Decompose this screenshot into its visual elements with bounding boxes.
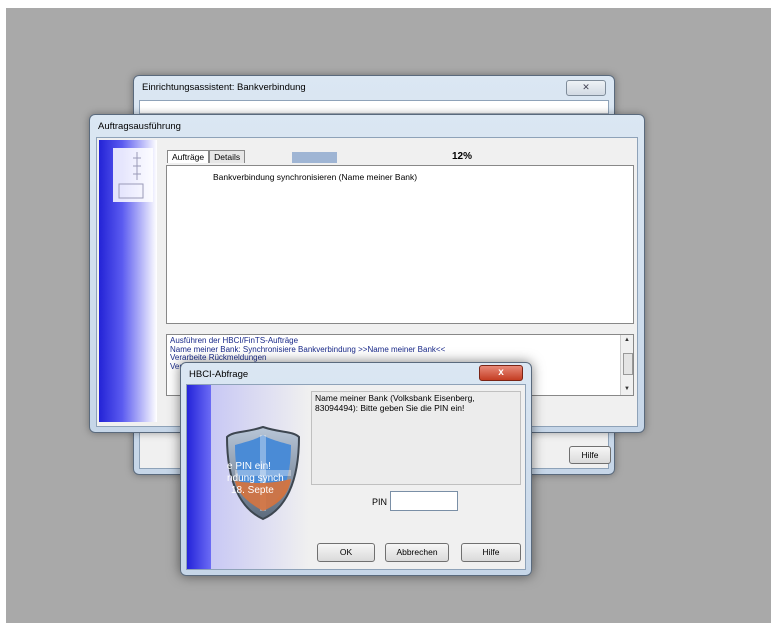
task-window-title: Auftragsausführung	[98, 121, 181, 132]
log-scrollbar[interactable]: ▲ ▼	[620, 335, 633, 395]
scroll-thumb[interactable]	[623, 353, 633, 375]
task-sidebar	[99, 140, 157, 422]
help-button[interactable]: Hilfe	[461, 543, 521, 562]
cancel-button[interactable]: Abbrechen	[385, 543, 449, 562]
ok-button[interactable]: OK	[317, 543, 375, 562]
hbci-message-box: Name meiner Bank (Volksbank Eisenberg, 8…	[311, 391, 521, 485]
hbci-message: Name meiner Bank (Volksbank Eisenberg, 8…	[315, 393, 475, 413]
wizard-header-strip	[140, 101, 608, 114]
scroll-up-icon[interactable]: ▲	[623, 336, 631, 345]
task-tabs: Aufträge Details	[167, 150, 246, 164]
flowchart-icon	[113, 148, 153, 202]
progress-bar	[292, 152, 337, 163]
hbci-close-button[interactable]: x	[479, 365, 523, 381]
job-row: Bankverbindung synchronisieren (Name mei…	[213, 172, 418, 182]
wizard-title: Einrichtungsassistent: Bankverbindung	[142, 82, 306, 93]
pin-input[interactable]	[390, 491, 458, 511]
hbci-dialog: HBCI-Abfrage x e PIN ein! ndung synch 18…	[180, 362, 532, 576]
tab-details[interactable]: Details	[209, 150, 246, 163]
hbci-client-area: e PIN ein! ndung synch 18. Septe Name me…	[186, 384, 526, 570]
job-list: Bankverbindung synchronisieren (Name mei…	[166, 165, 634, 324]
scroll-down-icon[interactable]: ▼	[623, 385, 631, 394]
progress-percent: 12%	[452, 151, 473, 162]
wizard-help-button[interactable]: Hilfe	[569, 446, 611, 464]
pin-label: PIN	[372, 497, 388, 507]
shield-text-line: ndung synch	[227, 473, 284, 484]
shield-text-line: 18. Septe	[231, 485, 274, 496]
tab-auftraege[interactable]: Aufträge	[167, 150, 210, 163]
hbci-title: HBCI-Abfrage	[189, 369, 249, 380]
hbci-sidebar	[187, 385, 211, 569]
shield-text-line: e PIN ein!	[227, 461, 271, 472]
wizard-close-button[interactable]: ✕	[566, 80, 606, 96]
